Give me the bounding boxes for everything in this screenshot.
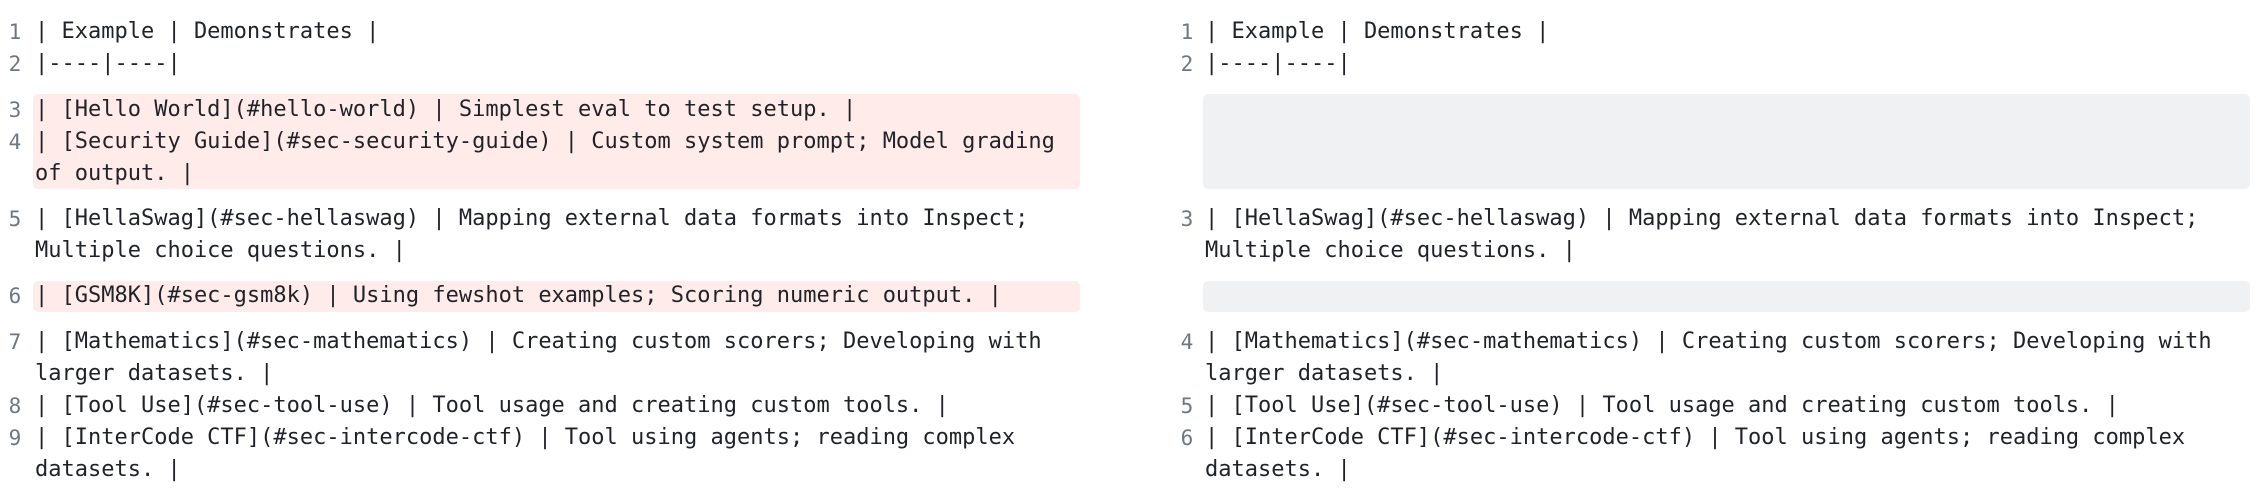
line-number: 5 [8,207,22,231]
line-text[interactable]: | [Security Guide](#sec-security-guide) … [35,126,1080,190]
line-text[interactable]: | [Tool Use](#sec-tool-use) | Tool usage… [1205,390,2250,422]
line-number: 5 [1180,394,1194,418]
line-text[interactable]: | [HellaSwag](#sec-hellaswag) | Mapping … [1205,203,2250,267]
line-text[interactable]: | Example | Demonstrates | [1205,16,2250,48]
line-number: 2 [8,52,22,76]
line-text[interactable]: | Example | Demonstrates | [35,16,1080,48]
line-number: 6 [1180,426,1194,450]
line-text[interactable]: | [Hello World](#hello-world) | Simplest… [35,94,1080,126]
line-number: 9 [8,426,22,450]
line-number: 4 [8,130,22,154]
line-number: 6 [8,284,22,308]
line-text[interactable]: |----|----| [35,48,1080,80]
line-number: 4 [1180,330,1194,354]
empty-placeholder-line [1203,281,2250,312]
empty-placeholder-block [1203,94,2250,189]
line-text[interactable]: | [Mathematics](#sec-mathematics) | Crea… [35,326,1080,390]
line-text[interactable]: |----|----| [1205,48,2250,80]
line-number: 3 [8,98,22,122]
line-text[interactable]: | [HellaSwag](#sec-hellaswag) | Mapping … [35,203,1080,267]
line-text[interactable]: | [InterCode CTF](#sec-intercode-ctf) | … [35,422,1080,486]
line-number: 2 [1180,52,1194,76]
line-text[interactable]: | [Mathematics](#sec-mathematics) | Crea… [1205,326,2250,390]
line-number: 8 [8,394,22,418]
line-number: 3 [1180,207,1194,231]
line-text[interactable]: | [Tool Use](#sec-tool-use) | Tool usage… [35,390,1080,422]
line-text[interactable]: | [InterCode CTF](#sec-intercode-ctf) | … [1205,422,2250,486]
line-number: 1 [1180,20,1194,44]
line-number: 1 [8,20,22,44]
line-number: 7 [8,330,22,354]
line-text[interactable]: | [GSM8K](#sec-gsm8k) | Using fewshot ex… [35,280,1080,312]
